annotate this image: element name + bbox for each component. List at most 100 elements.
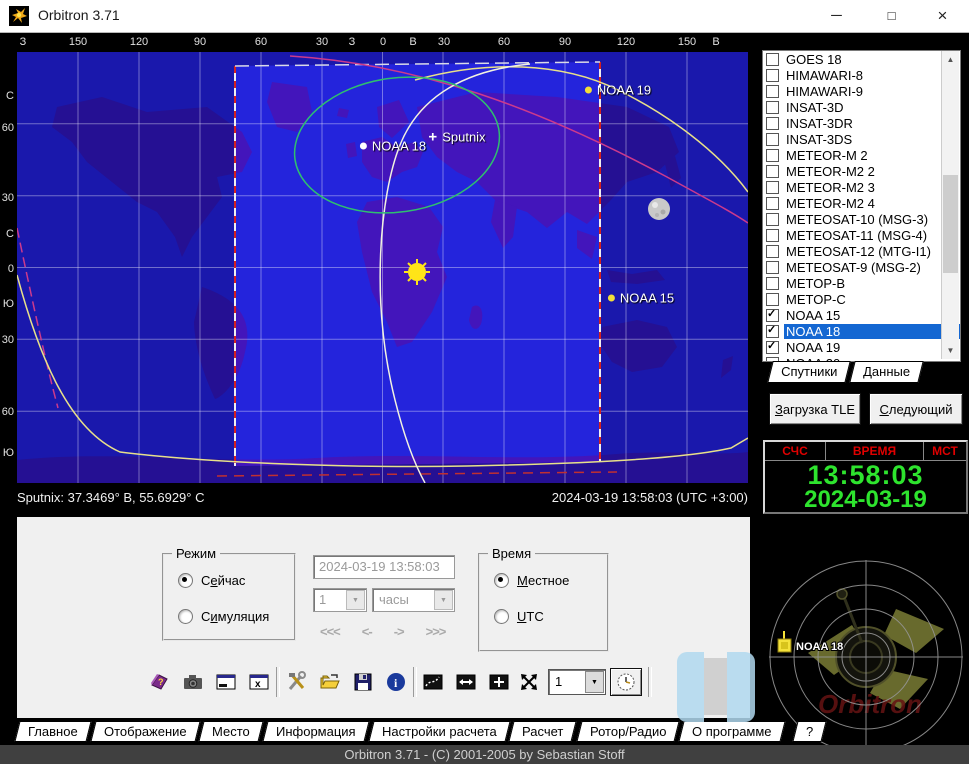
time-step-arrow[interactable]: ->: [394, 624, 404, 639]
satellite-row[interactable]: ✓NOAA 15: [763, 307, 960, 323]
satellite-list[interactable]: GOES 18HIMAWARI-8HIMAWARI-9INSAT-3DINSAT…: [762, 50, 961, 362]
tab-Расчет[interactable]: Расчет: [509, 721, 578, 742]
satellite-row[interactable]: HIMAWARI-9: [763, 83, 960, 99]
scrollbar-thumb[interactable]: [943, 175, 958, 273]
satellite-checkbox[interactable]: [766, 293, 779, 306]
svg-text:?: ?: [158, 677, 164, 687]
satellite-checkbox[interactable]: [766, 213, 779, 226]
satellite-checkbox[interactable]: [766, 277, 779, 290]
satellite-row[interactable]: GOES 18: [763, 51, 960, 67]
satellite-row[interactable]: HIMAWARI-8: [763, 67, 960, 83]
maximize-button[interactable]: □: [869, 0, 914, 31]
latitude-label: Ю: [0, 298, 14, 310]
minimize-button[interactable]: ─: [814, 0, 859, 31]
check-icon: ✓: [767, 307, 776, 320]
satellite-checkbox[interactable]: [766, 133, 779, 146]
satellite-row[interactable]: METEOR-M2 3: [763, 179, 960, 195]
satellite-row[interactable]: METEOSAT-12 (MTG-I1): [763, 243, 960, 259]
scroll-down-icon[interactable]: ▼: [942, 342, 959, 359]
zoom-select[interactable]: 1 ▼: [548, 669, 606, 695]
chevron-down-icon[interactable]: ▼: [585, 671, 604, 693]
scroll-up-icon[interactable]: ▲: [942, 51, 959, 68]
satellite-row[interactable]: ✓NOAA 19: [763, 339, 960, 355]
satellite-checkbox[interactable]: [766, 197, 779, 210]
load-tle-button[interactable]: Загрузка TLE: [769, 393, 861, 425]
next-pass-button[interactable]: Следующий: [869, 393, 963, 425]
satellite-row[interactable]: INSAT-3DR: [763, 115, 960, 131]
satellite-name: INSAT-3D: [784, 100, 960, 115]
help-book-icon[interactable]: ?: [148, 670, 172, 694]
satellite-checkbox[interactable]: [766, 53, 779, 66]
tools-icon[interactable]: [285, 670, 309, 694]
satellite-checkbox[interactable]: [766, 181, 779, 194]
tab-Главное[interactable]: Главное: [14, 721, 91, 742]
tab-Данные[interactable]: Данные: [850, 361, 924, 383]
close-button[interactable]: ×: [920, 0, 965, 31]
satellite-row[interactable]: METOP-B: [763, 275, 960, 291]
satellite-checkbox[interactable]: ✓: [766, 325, 779, 338]
satellite-row[interactable]: METEOSAT-10 (MSG-3): [763, 211, 960, 227]
satellite-row[interactable]: INSAT-3D: [763, 99, 960, 115]
latitude-label: 30: [0, 334, 14, 346]
radio-option-Местное[interactable]: Местное: [494, 573, 569, 588]
map-add-window-icon[interactable]: [487, 670, 511, 694]
satellite-checkbox[interactable]: [766, 101, 779, 114]
tab-О программе[interactable]: О программе: [679, 721, 786, 742]
chevron-down-icon[interactable]: ▼: [346, 590, 365, 610]
radio-icon[interactable]: [178, 609, 193, 624]
radio-option-UTC[interactable]: UTC: [494, 609, 544, 624]
satellite-row[interactable]: METOP-C: [763, 291, 960, 307]
satellite-row[interactable]: METEOR-M2 2: [763, 163, 960, 179]
save-icon[interactable]: [351, 670, 375, 694]
map-track-window-icon[interactable]: [421, 670, 445, 694]
satellite-checkbox[interactable]: ✓: [766, 309, 779, 322]
satellite-checkbox[interactable]: [766, 117, 779, 130]
camera-icon[interactable]: [181, 670, 205, 694]
open-folder-icon[interactable]: [318, 670, 342, 694]
chevron-down-icon[interactable]: ▼: [434, 590, 453, 610]
satellite-checkbox[interactable]: [766, 245, 779, 258]
tab-Спутники[interactable]: Спутники: [767, 361, 851, 383]
latitude-label: Ю: [0, 447, 14, 459]
radio-icon[interactable]: [494, 609, 509, 624]
time-step-arrow[interactable]: <-: [362, 624, 372, 639]
satellite-list-scrollbar[interactable]: ▲ ▼: [941, 51, 959, 359]
satellite-row[interactable]: METEOSAT-9 (MSG-2): [763, 259, 960, 275]
datetime-field[interactable]: 2024-03-19 13:58:03: [313, 555, 455, 579]
satellite-row[interactable]: METEOR-M2 4: [763, 195, 960, 211]
time-step-arrow[interactable]: >>>: [426, 624, 446, 639]
tab-Место[interactable]: Место: [199, 721, 264, 742]
tab-help[interactable]: ?: [792, 721, 826, 742]
satellite-row[interactable]: METEOR-M 2: [763, 147, 960, 163]
satellite-checkbox[interactable]: [766, 69, 779, 82]
radio-icon[interactable]: [178, 573, 193, 588]
tab-Информация[interactable]: Информация: [262, 721, 369, 742]
tab-Настройки расчета[interactable]: Настройки расчета: [368, 721, 510, 742]
satellite-row[interactable]: INSAT-3DS: [763, 131, 960, 147]
info-icon[interactable]: i: [384, 670, 408, 694]
radio-option-Сейчас[interactable]: Сейчас: [178, 573, 245, 588]
radio-label: Симуляция: [201, 609, 269, 624]
window-close-map-icon[interactable]: x: [247, 670, 271, 694]
satellite-checkbox[interactable]: [766, 149, 779, 162]
satellite-checkbox[interactable]: [766, 85, 779, 98]
window-minimize-map-icon[interactable]: [214, 670, 238, 694]
radio-option-Симуляция[interactable]: Симуляция: [178, 609, 269, 624]
satellite-checkbox[interactable]: [766, 165, 779, 178]
map-width-window-icon[interactable]: [454, 670, 478, 694]
step-value-select[interactable]: 1 ▼: [313, 588, 367, 612]
tab-Отображение[interactable]: Отображение: [90, 721, 200, 742]
radio-icon[interactable]: [494, 573, 509, 588]
satellite-row[interactable]: METEOSAT-11 (MSG-4): [763, 227, 960, 243]
satellite-row[interactable]: ✓NOAA 18: [763, 323, 960, 339]
longitude-label: 30: [438, 36, 450, 48]
step-unit-select[interactable]: часы ▼: [372, 588, 455, 612]
satellite-checkbox[interactable]: [766, 229, 779, 242]
clock-button[interactable]: [610, 668, 642, 696]
tab-Ротор/Радио[interactable]: Ротор/Радио: [576, 721, 680, 742]
world-map[interactable]: [17, 52, 748, 483]
satellite-checkbox[interactable]: [766, 261, 779, 274]
time-step-arrow[interactable]: <<<: [320, 624, 340, 639]
fullscreen-arrows-icon[interactable]: [517, 670, 541, 694]
satellite-checkbox[interactable]: ✓: [766, 341, 779, 354]
